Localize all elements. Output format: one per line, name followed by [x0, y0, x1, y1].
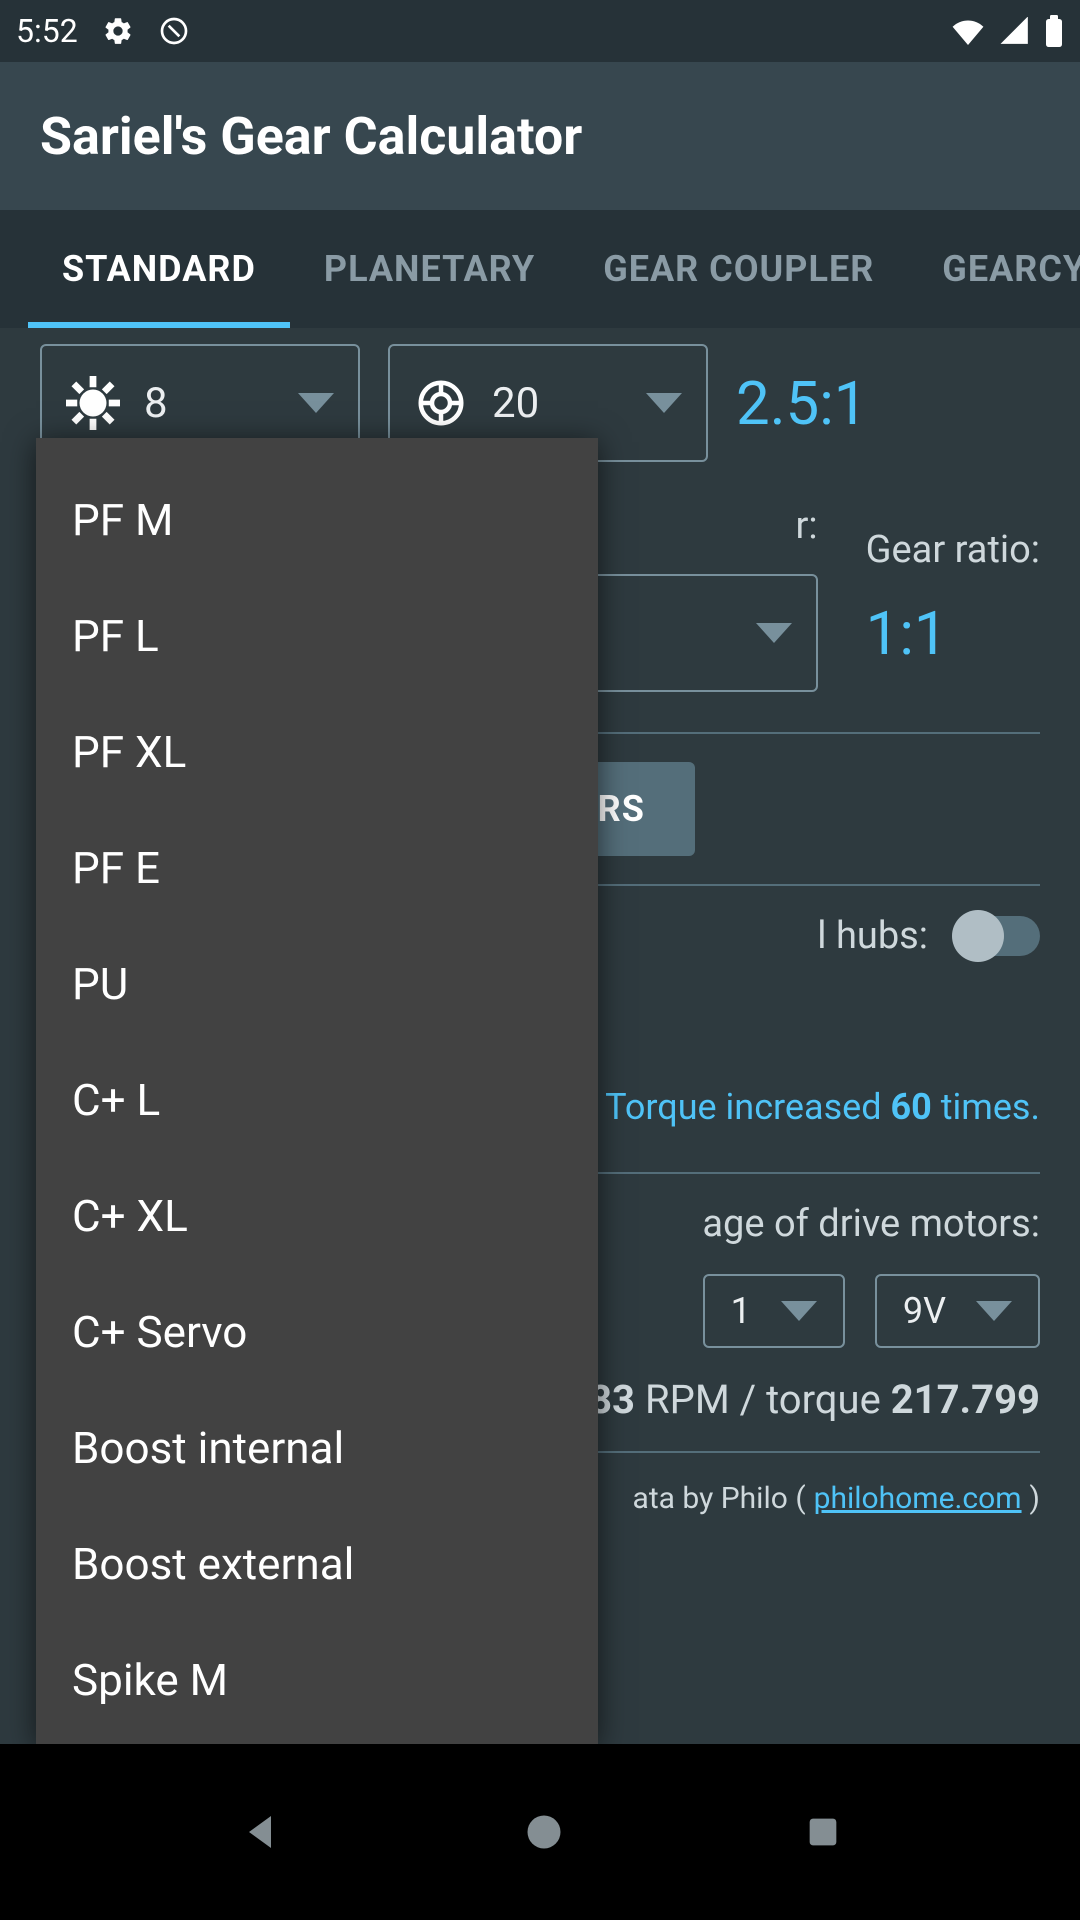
dropdown-item-pf-e[interactable]: PF E [36, 810, 598, 926]
driver-gear-value: 8 [144, 379, 274, 428]
tab-planetary[interactable]: PLANETARY [290, 210, 569, 328]
chevron-down-icon [781, 1301, 817, 1321]
nav-back-icon[interactable] [237, 1808, 285, 1856]
tab-bar: STANDARD PLANETARY GEAR COUPLER GEARCYCL… [0, 210, 1080, 328]
app-title: Sariel's Gear Calculator [40, 106, 582, 167]
dropdown-item-boost-internal[interactable]: Boost internal [36, 1390, 598, 1506]
chevron-down-icon [646, 393, 682, 413]
motor-voltage-select[interactable]: 9V [875, 1274, 1040, 1348]
tab-gear-coupler[interactable]: GEAR COUPLER [569, 210, 908, 328]
tab-label: PLANETARY [324, 248, 535, 290]
chevron-down-icon [298, 393, 334, 413]
motor-count-value: 1 [731, 1290, 751, 1332]
hubs-label: l hubs: [817, 914, 928, 958]
status-time: 5:52 [16, 12, 78, 50]
drive-motors-label: age of drive motors: [702, 1202, 1040, 1246]
dropdown-item-pf-xl[interactable]: PF XL [36, 694, 598, 810]
wifi-icon [950, 17, 986, 45]
dropdown-item-cplus-xl[interactable]: C+ XL [36, 1158, 598, 1274]
chevron-down-icon [976, 1301, 1012, 1321]
credit-link[interactable]: philohome.com [814, 1481, 1022, 1516]
tab-label: GEARCYCLO [942, 248, 1080, 290]
dropdown-item-spike-m[interactable]: Spike M [36, 1622, 598, 1738]
android-nav-bar [0, 1744, 1080, 1920]
motor-type-dropdown[interactable]: PF M PF L PF XL PF E PU C+ L C+ XL C+ Se… [36, 438, 598, 1744]
follower-gear-value: 20 [492, 379, 622, 428]
nav-recent-icon[interactable] [803, 1812, 843, 1852]
tab-label: STANDARD [62, 248, 256, 290]
no-sync-icon [158, 15, 190, 47]
motor-voltage-value: 9V [903, 1290, 946, 1332]
dropdown-item-pu[interactable]: PU [36, 926, 598, 1042]
ring-gear-icon [414, 376, 468, 430]
tab-label: GEAR COUPLER [603, 248, 874, 290]
cell-signal-icon [1000, 17, 1030, 45]
spur-gear-icon [66, 376, 120, 430]
tab-gearcyclo[interactable]: GEARCYCLO [908, 210, 1080, 328]
dropdown-item-cplus-l[interactable]: C+ L [36, 1042, 598, 1158]
app-title-bar: Sariel's Gear Calculator [0, 62, 1080, 210]
battery-icon [1044, 15, 1064, 47]
tab-standard[interactable]: STANDARD [28, 210, 290, 328]
dropdown-item-cplus-servo[interactable]: C+ Servo [36, 1274, 598, 1390]
nav-home-icon[interactable] [522, 1810, 566, 1854]
dropdown-item-pf-l[interactable]: PF L [36, 578, 598, 694]
motor-count-select[interactable]: 1 [703, 1274, 845, 1348]
android-status-bar: 5:52 [0, 0, 1080, 62]
torque-result-line: Torque increased 60 times. [605, 1086, 1040, 1128]
gear-ratio-label: Gear ratio: [866, 528, 1040, 572]
gear-icon [102, 15, 134, 47]
hubs-toggle[interactable] [956, 916, 1040, 956]
dropdown-item-pf-m[interactable]: PF M [36, 462, 598, 578]
gear-ratio-1: 2.5:1 [736, 368, 868, 439]
dropdown-item-boost-external[interactable]: Boost external [36, 1506, 598, 1622]
chevron-down-icon [756, 623, 792, 643]
gear-ratio-2: 1:1 [866, 598, 1040, 669]
